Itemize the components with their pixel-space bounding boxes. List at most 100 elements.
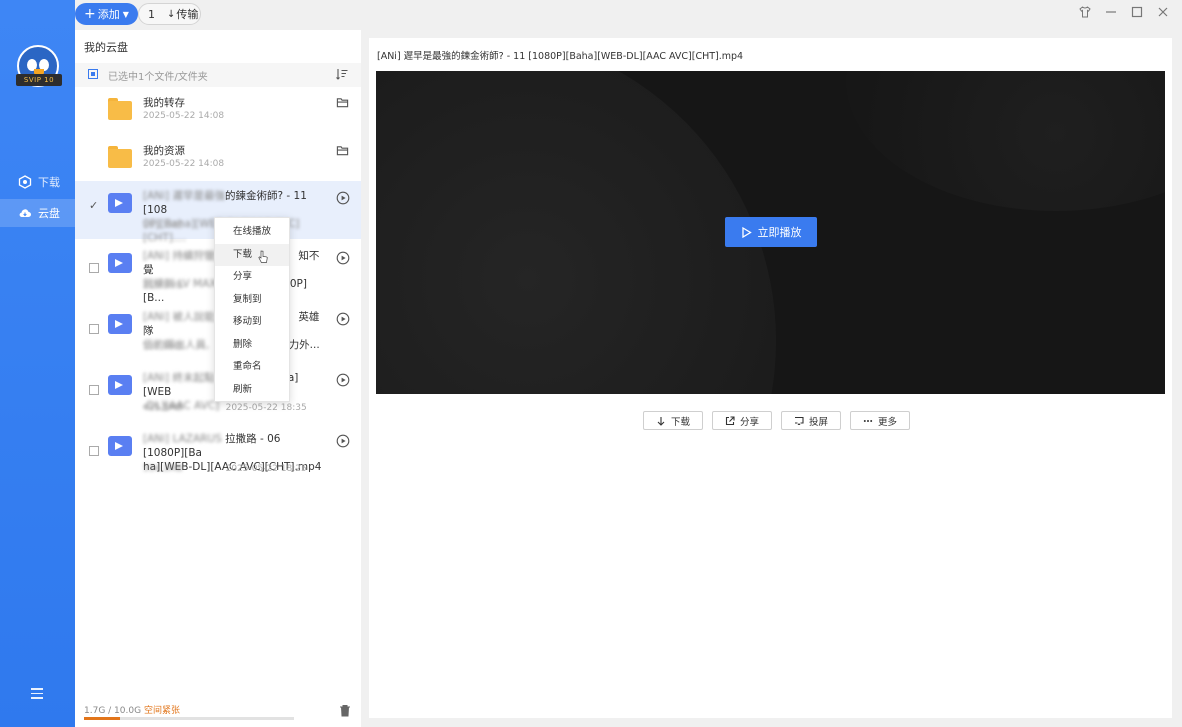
- play-circle-icon[interactable]: [336, 434, 350, 448]
- transfer-button[interactable]: 1 ↓ 传输: [138, 3, 201, 25]
- arrow-down-icon: [657, 416, 665, 426]
- file-size: 415.5MB: [143, 403, 183, 413]
- file-date: 2025-05-22 14:08: [143, 111, 225, 121]
- open-folder-icon[interactable]: [336, 96, 349, 109]
- file-name-part: [ANi] 持續狩獵史: [143, 250, 225, 262]
- download-label: 下载: [671, 416, 691, 428]
- file-name-part: [ANi] 終末起點: [143, 372, 215, 384]
- topbar: + 添加 ▼ 1 ↓ 传输: [75, 0, 1182, 30]
- page-title: 我的云盘: [84, 41, 128, 54]
- row-checkbox[interactable]: [89, 263, 99, 273]
- preview-panel: [ANi] 遲早是最強的鍊金術師? - 11 [1080P][Baha][WEB…: [369, 38, 1172, 718]
- file-size: 215.8MB: [143, 281, 183, 291]
- minimize-icon[interactable]: [1104, 5, 1118, 19]
- player-backdrop-shape: [376, 71, 776, 394]
- close-icon[interactable]: [1156, 5, 1170, 19]
- storage-usage: 1.7G / 10.0G 空间紧张: [84, 703, 180, 716]
- menu-item-share[interactable]: 分享: [215, 266, 289, 289]
- caret-down-icon: ▼: [122, 9, 129, 19]
- download-hexagon-icon: [18, 175, 32, 189]
- file-name-part: [ANi] 被人說能力: [143, 311, 225, 323]
- menu-item-refresh[interactable]: 刷新: [215, 379, 289, 402]
- download-button[interactable]: 下载: [643, 411, 704, 430]
- video-file-icon: [108, 193, 132, 213]
- selection-text: 已选中1个文件/文件夹: [108, 72, 208, 83]
- selection-bar: 已选中1个文件/文件夹: [75, 63, 361, 87]
- sidebar-item-label: 下载: [38, 176, 60, 189]
- vip-badge: SVIP 10: [16, 74, 62, 86]
- more-button[interactable]: 更多: [850, 411, 911, 430]
- file-name: 我的资源: [143, 145, 185, 157]
- play-circle-icon[interactable]: [336, 191, 350, 205]
- cast-button[interactable]: 投屏: [781, 411, 842, 430]
- preview-title: [ANi] 遲早是最強的鍊金術師? - 11 [1080P][Baha][WEB…: [377, 51, 744, 62]
- file-date: 2025-05-22 18:35: [225, 403, 307, 413]
- share-label: 分享: [740, 416, 760, 428]
- row-checkbox[interactable]: [89, 199, 99, 213]
- window-controls: [1078, 5, 1170, 19]
- video-file-icon: [108, 375, 132, 395]
- folder-icon: [108, 98, 132, 120]
- add-button[interactable]: + 添加 ▼: [75, 3, 138, 25]
- skin-tshirt-icon[interactable]: [1078, 5, 1092, 19]
- sort-icon[interactable]: [335, 67, 349, 81]
- file-meta: 534.3MB 2025-05-22 18:25: [143, 464, 307, 474]
- folder-icon: [108, 146, 132, 168]
- menu-item-move-to[interactable]: 移动到: [215, 311, 289, 334]
- more-icon: [863, 419, 873, 422]
- file-name: 我的转存: [143, 97, 185, 109]
- menu-icon[interactable]: [31, 688, 43, 700]
- player-backdrop-shape: [846, 71, 1165, 211]
- row-checkbox[interactable]: [89, 385, 99, 395]
- preview-actions: 下载 分享 投屏 更多: [643, 411, 911, 430]
- open-folder-icon[interactable]: [336, 144, 349, 157]
- play-now-button[interactable]: 立即播放: [725, 217, 817, 247]
- play-now-label: 立即播放: [757, 226, 802, 239]
- row-checkbox[interactable]: [89, 324, 99, 334]
- more-label: 更多: [878, 416, 898, 428]
- share-icon: [725, 415, 735, 425]
- play-circle-icon[interactable]: [336, 251, 350, 265]
- storage-bar: [84, 717, 294, 720]
- share-button[interactable]: 分享: [712, 411, 773, 430]
- video-player[interactable]: 立即播放: [376, 71, 1165, 394]
- menu-item-download[interactable]: 下载: [215, 243, 289, 266]
- context-menu: 在线播放 下载 分享 复制到 移动到 删除 重命名 刷新: [214, 217, 290, 402]
- select-all-checkbox[interactable]: [88, 69, 98, 79]
- file-size: 378.5MB: [143, 342, 183, 352]
- plus-icon: +: [84, 6, 96, 22]
- play-icon: [741, 226, 752, 238]
- sidebar-item-cloud[interactable]: 云盘: [0, 199, 75, 227]
- cast-label: 投屏: [809, 416, 829, 428]
- menu-item-copy-to[interactable]: 复制到: [215, 289, 289, 312]
- play-circle-icon[interactable]: [336, 373, 350, 387]
- cloud-icon: [19, 209, 31, 218]
- file-date: 2025-05-22 18:25: [225, 464, 307, 474]
- cast-icon: [795, 416, 804, 425]
- list-item[interactable]: [ANi] LAZARUS 拉撒路 - 06 [1080P][Ba ha][WE…: [75, 424, 361, 482]
- file-name-part: [ANi] LAZARUS: [143, 433, 222, 445]
- sidebar-item-download[interactable]: 下载: [0, 168, 75, 196]
- storage-used: 1.7G / 10.0G: [84, 706, 142, 716]
- menu-item-play-online[interactable]: 在线播放: [215, 221, 289, 244]
- menu-item-delete[interactable]: 删除: [215, 334, 289, 357]
- maximize-icon[interactable]: [1130, 5, 1144, 19]
- menu-item-rename[interactable]: 重命名: [215, 356, 289, 379]
- transfer-arrow-icon: ↓: [167, 8, 176, 20]
- file-name-part: 力外...: [288, 339, 320, 351]
- sidebar: SVIP 10 下载 云盘: [0, 0, 75, 727]
- storage-warning[interactable]: 空间紧张: [144, 706, 180, 716]
- file-meta: 415.5MB 2025-05-22 18:35: [143, 403, 307, 413]
- video-file-icon: [108, 314, 132, 334]
- hand-cursor-icon: [258, 250, 268, 263]
- trash-icon[interactable]: [339, 704, 351, 717]
- add-label: 添加: [97, 8, 120, 21]
- transfer-count: 1: [148, 7, 155, 21]
- video-file-icon: [108, 253, 132, 273]
- file-size: 534.3MB: [143, 464, 183, 474]
- play-circle-icon[interactable]: [336, 312, 350, 326]
- video-file-icon: [108, 436, 132, 456]
- row-checkbox[interactable]: [89, 446, 99, 456]
- file-name-part: [ANi] 遲早是最強: [143, 190, 225, 202]
- transfer-label: 传输: [176, 8, 199, 21]
